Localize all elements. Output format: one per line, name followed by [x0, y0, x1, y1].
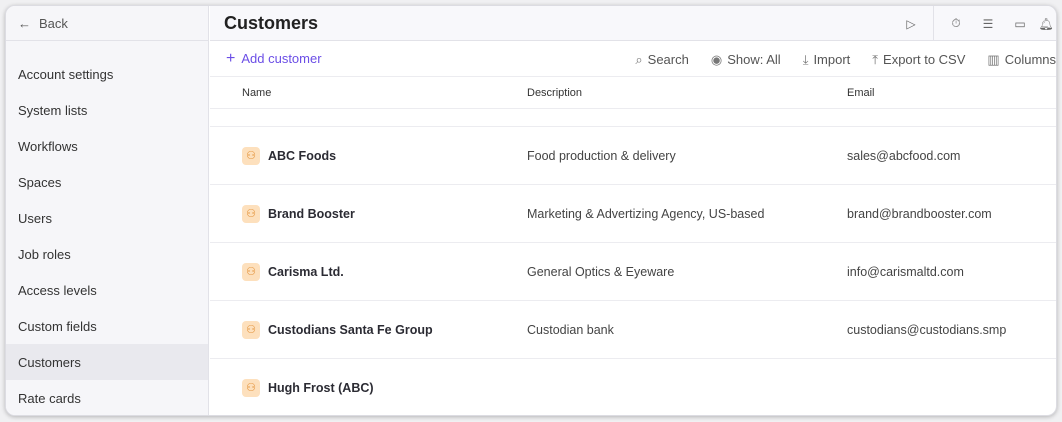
customer-icon: ⚇ — [242, 204, 260, 223]
sidebar-item-users[interactable]: Users — [6, 200, 208, 236]
customer-icon: ⚇ — [242, 146, 260, 165]
spacer-row — [210, 109, 1056, 127]
table-row[interactable]: ⚇ Custodians Santa Fe Group Custodian bank… — [210, 301, 1056, 359]
customer-name[interactable]: Custodians Santa Fe Group — [268, 323, 433, 337]
customer-description: General Optics & Eyeware — [527, 264, 675, 279]
customer-email: info@carismaltd.com — [847, 264, 964, 279]
customer-description: Marketing & Advertizing Agency, US-based — [527, 206, 765, 221]
import-button[interactable]: ⤓ Import — [803, 52, 851, 68]
export-csv-button[interactable]: ⤒ Export to CSV — [872, 52, 965, 68]
sidebar-item-access-levels[interactable]: Access levels — [6, 272, 208, 308]
eye-icon: ◉ — [710, 52, 723, 67]
table-row[interactable]: ⚇ Brand Booster Marketing & Advertizing Ag… — [210, 185, 1056, 243]
divider — [933, 6, 934, 41]
add-customer-button[interactable]: + Add customer — [226, 50, 322, 68]
page-title: Customers — [224, 12, 319, 33]
app-window: ← Back Account settings System lists Workfl… — [5, 5, 1057, 416]
main-panel: Customers ▷ ⏱ ☰ ▭ 🔔︎ + Add customer ⌕ Sear… — [210, 6, 1056, 415]
back-button[interactable]: ← Back — [6, 6, 208, 41]
show-filter-button[interactable]: ◉ Show: All — [711, 52, 781, 68]
customer-name[interactable]: Hugh Frost (ABC) — [268, 381, 374, 395]
customer-name[interactable]: ABC Foods — [268, 149, 336, 163]
bell-icon[interactable]: 🔔︎ — [1036, 17, 1056, 31]
table-row[interactable]: ⚇ ABC Foods Food production & delivery sale… — [210, 127, 1056, 185]
table-row[interactable]: ⚇ Carisma Ltd. General Optics & Eyeware inf… — [210, 243, 1056, 301]
search-button[interactable]: ⌕ Search — [635, 52, 688, 68]
sidebar-item-spaces[interactable]: Spaces — [6, 164, 208, 200]
sidebar-item-job-roles[interactable]: Job roles — [6, 236, 208, 272]
sidebar-item-custom-fields[interactable]: Custom fields — [6, 308, 208, 344]
sidebar: ← Back Account settings System lists Workfl… — [6, 6, 209, 415]
customer-email: brand@brandbooster.com — [847, 206, 992, 221]
download-icon: ⤓ — [802, 52, 809, 67]
customer-name[interactable]: Carisma Ltd. — [268, 265, 344, 279]
customer-description: Food production & delivery — [527, 148, 676, 163]
plus-icon: + — [226, 49, 236, 67]
customer-icon: ⚇ — [242, 378, 260, 397]
search-icon: ⌕ — [635, 52, 643, 67]
customer-icon: ⚇ — [242, 320, 260, 339]
customer-email: custodians@custodians.smp — [847, 322, 1007, 337]
timer-icon[interactable]: ⏱ — [940, 16, 972, 31]
sidebar-item-rate-cards[interactable]: Rate cards — [6, 380, 208, 415]
customer-description: Custodian bank — [527, 322, 614, 337]
customer-name[interactable]: Brand Booster — [268, 207, 355, 221]
checklist-icon[interactable]: ☰ — [972, 17, 1004, 31]
chat-icon[interactable]: ▭ — [1004, 17, 1036, 31]
columns-icon: ▥ — [987, 52, 1000, 67]
sidebar-nav: Account settings System lists Workflows Spa… — [6, 41, 208, 415]
column-header-description[interactable]: Description — [527, 87, 582, 99]
column-header-name[interactable]: Name — [242, 87, 271, 99]
sidebar-item-account-settings[interactable]: Account settings — [6, 56, 208, 92]
table-row[interactable]: ⚇ Hugh Frost (ABC) — [210, 359, 1056, 415]
columns-button[interactable]: ▥ Columns — [987, 52, 1056, 68]
arrow-left-icon: ← — [18, 15, 31, 31]
table-header: Name Description Email — [210, 77, 1056, 109]
table-body: ⚇ ABC Foods Food production & delivery sale… — [210, 127, 1056, 415]
sidebar-item-customers[interactable]: Customers — [6, 344, 208, 380]
sidebar-item-workflows[interactable]: Workflows — [6, 128, 208, 164]
upload-icon: ⤒ — [872, 52, 879, 67]
page-header: Customers ▷ ⏱ ☰ ▭ 🔔︎ — [210, 6, 1056, 41]
customer-email: sales@abcfood.com — [847, 148, 961, 163]
sidebar-item-system-lists[interactable]: System lists — [6, 92, 208, 128]
customer-icon: ⚇ — [242, 262, 260, 281]
play-icon[interactable]: ▷ — [895, 17, 927, 31]
column-header-email[interactable]: Email — [847, 87, 875, 99]
